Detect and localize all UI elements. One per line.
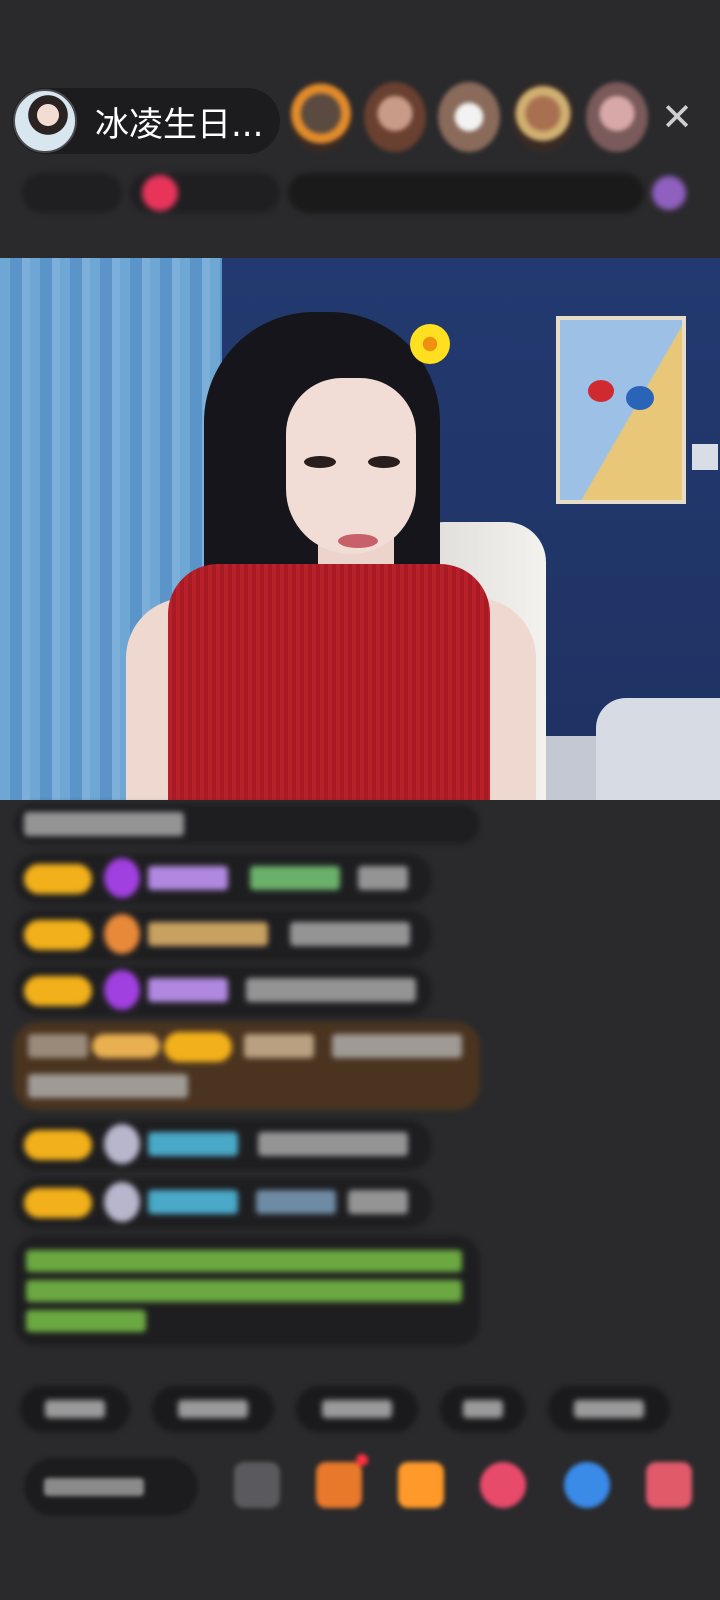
- emoji-icon[interactable]: [234, 1462, 280, 1508]
- viewer-avatar[interactable]: [586, 82, 648, 152]
- stream-info-row: [22, 170, 686, 216]
- chat-username[interactable]: [244, 1034, 314, 1058]
- quick-reply-chip[interactable]: [296, 1386, 418, 1432]
- painting-red-flower: [588, 380, 614, 402]
- quick-reply-chip[interactable]: [152, 1386, 274, 1432]
- quick-reply-chip[interactable]: [20, 1386, 130, 1432]
- user-badge-icon: [104, 1124, 140, 1164]
- level-badge: [24, 864, 92, 894]
- sofa: [596, 698, 720, 800]
- chat-message[interactable]: [14, 804, 480, 844]
- chat-message[interactable]: [14, 1178, 432, 1228]
- chat-message[interactable]: [14, 966, 432, 1016]
- diamond-icon: [104, 858, 140, 898]
- level-badge: [24, 976, 92, 1006]
- flower-sticker: [410, 324, 450, 364]
- host-name: 冰凌生日...: [95, 104, 264, 145]
- level-badge: [24, 920, 92, 950]
- fans-club-chip[interactable]: [130, 173, 280, 213]
- gift-box-icon[interactable]: [316, 1462, 362, 1508]
- grid-icon[interactable]: [646, 1462, 692, 1508]
- fan-badge-icon: [104, 914, 140, 954]
- painting-blue-flower: [626, 386, 654, 410]
- viewer-avatar[interactable]: [438, 82, 500, 152]
- activity-icon[interactable]: [652, 176, 686, 210]
- wall-painting: [556, 316, 686, 504]
- diamond-icon: [104, 970, 140, 1010]
- top-bar: 冰凌生日... ✕: [0, 0, 720, 260]
- streamer-eye-left: [304, 456, 336, 468]
- chat-username[interactable]: [148, 866, 228, 890]
- chat-list[interactable]: [0, 800, 720, 1350]
- chat-username[interactable]: [148, 1190, 238, 1214]
- bottom-toolbar: [0, 1452, 720, 1522]
- chat-username[interactable]: [148, 1132, 238, 1156]
- chat-bubble-icon[interactable]: [564, 1462, 610, 1508]
- streamer-lips: [338, 534, 378, 548]
- quick-reply-chip[interactable]: [548, 1386, 670, 1432]
- streamer-face: [286, 378, 416, 554]
- fans-badge-icon: [142, 175, 178, 211]
- chat-message[interactable]: [14, 910, 432, 960]
- viewer-avatar[interactable]: [290, 82, 352, 152]
- rank-banner-chip[interactable]: [288, 173, 644, 213]
- viewer-avatar[interactable]: [364, 82, 426, 152]
- hot-rank-chip[interactable]: [22, 173, 122, 213]
- heart-icon[interactable]: [480, 1462, 526, 1508]
- host-avatar[interactable]: [13, 89, 77, 153]
- quick-reply-row: [20, 1386, 720, 1432]
- top-viewers-list: [290, 82, 648, 152]
- chat-username[interactable]: [148, 978, 228, 1002]
- level-badge: [24, 1188, 92, 1218]
- level-badge: [24, 1130, 92, 1160]
- viewer-avatar[interactable]: [512, 82, 574, 152]
- quick-reply-chip[interactable]: [440, 1386, 526, 1432]
- wall-switch: [692, 444, 718, 470]
- comment-input[interactable]: [24, 1458, 198, 1516]
- chat-message[interactable]: [14, 854, 432, 904]
- gift-icon[interactable]: [398, 1462, 444, 1508]
- streamer-red-top: [168, 564, 490, 800]
- notification-dot: [356, 1454, 368, 1466]
- close-icon[interactable]: ✕: [660, 98, 694, 136]
- system-notice: [14, 1236, 480, 1346]
- user-badge-icon: [104, 1182, 140, 1222]
- gift-message[interactable]: [14, 1022, 480, 1110]
- streamer-eye-right: [368, 456, 400, 468]
- chat-message[interactable]: [14, 1120, 432, 1170]
- host-info-pill[interactable]: 冰凌生日...: [12, 88, 280, 154]
- chat-username[interactable]: [148, 922, 268, 946]
- live-video[interactable]: [0, 258, 720, 800]
- level-badge: [164, 1032, 232, 1062]
